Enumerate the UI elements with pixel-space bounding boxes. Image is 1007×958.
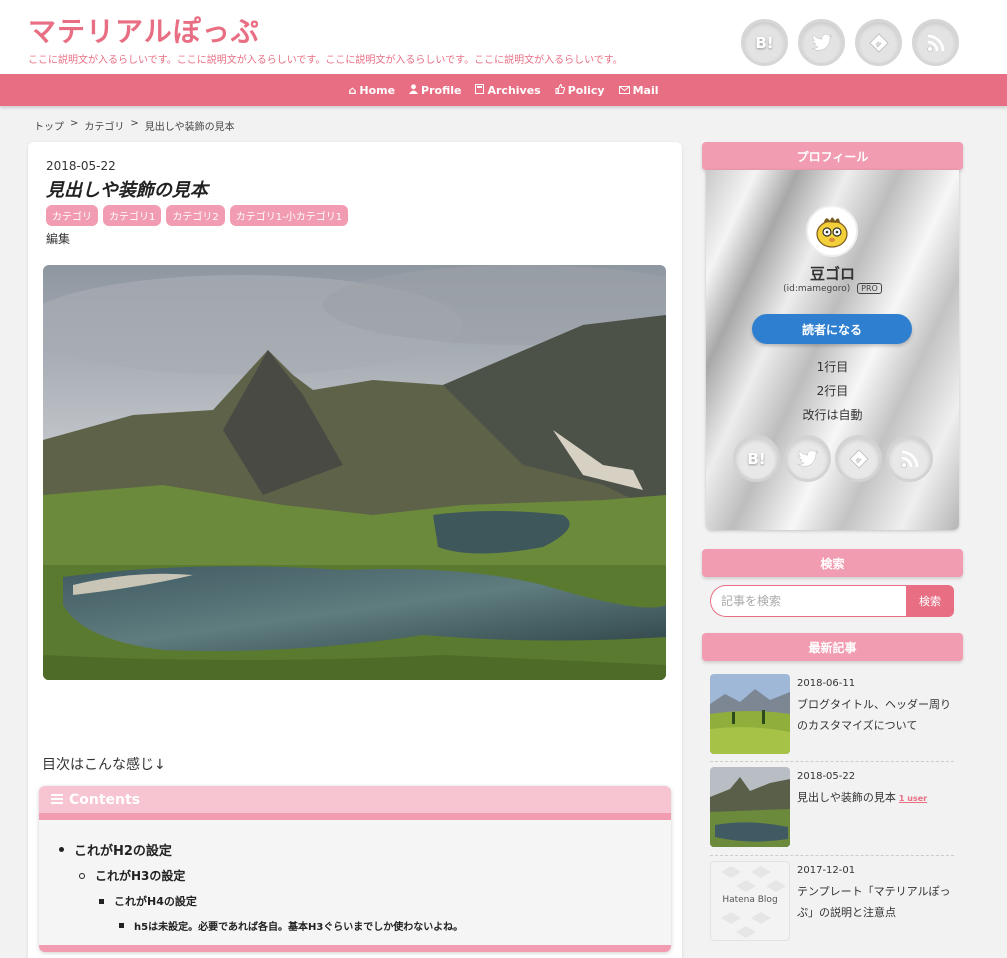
nav-archives[interactable]: Archives xyxy=(475,83,541,97)
recent-date: 2018-05-22 xyxy=(797,771,856,782)
header-social-links: B! xyxy=(741,19,959,66)
bullet-icon xyxy=(119,923,124,928)
hatena-bookmark-icon[interactable]: B! xyxy=(741,19,788,66)
breadcrumb-category[interactable]: カテゴリ xyxy=(84,118,124,133)
nav-profile[interactable]: Profile xyxy=(409,84,461,97)
pro-badge: PRO xyxy=(857,283,882,294)
nav-profile-label: Profile xyxy=(421,83,462,97)
bullet-icon xyxy=(59,847,64,852)
bullet-icon xyxy=(79,872,85,879)
divider xyxy=(710,855,954,856)
archive-icon xyxy=(475,83,485,97)
profile-heading: プロフィール xyxy=(702,142,963,170)
recent-heading: 最新記事 xyxy=(702,633,963,661)
profile-name[interactable]: 豆ゴロ xyxy=(706,263,959,284)
profile-card: 豆ゴロ (id:mamegoro) PRO 読者になる 1行目 2行目 改行は自… xyxy=(706,170,959,530)
bookmark-count-badge[interactable]: 1 user xyxy=(899,794,927,803)
toc-header: Contents xyxy=(39,786,671,820)
twitter-icon[interactable] xyxy=(798,19,845,66)
toc-bottom-bar xyxy=(39,945,671,952)
feedly-icon[interactable] xyxy=(835,435,882,482)
nav-archives-label: Archives xyxy=(487,83,541,97)
category-tag[interactable]: カテゴリ2 xyxy=(166,205,225,226)
recent-thumbnail[interactable]: Hatena Blog xyxy=(710,861,790,941)
search-button[interactable]: 検索 xyxy=(906,585,954,617)
profile-line: 1行目 xyxy=(816,360,849,374)
toc-item-h4[interactable]: これがH4の設定 xyxy=(99,893,197,909)
hatena-bookmark-icon[interactable]: B! xyxy=(733,435,780,482)
toc-item-label: これがH2の設定 xyxy=(74,844,172,859)
category-list: カテゴリ カテゴリ1 カテゴリ2 カテゴリ1-小カテゴリ1 xyxy=(46,205,349,226)
rss-icon[interactable] xyxy=(912,19,959,66)
profile-id-row: (id:mamegoro) PRO xyxy=(706,283,959,294)
search-form: 検索 xyxy=(710,585,954,617)
breadcrumb: トップ > カテゴリ > 見出しや装飾の見本 xyxy=(34,118,235,133)
hatena-blog-logo: Hatena Blog xyxy=(722,895,778,905)
recent-title-row: 見出しや装飾の見本 1 user xyxy=(797,787,954,809)
site-title[interactable]: マテリアルぽっぷ xyxy=(28,10,260,50)
recent-title[interactable]: テンプレート「マテリアルぽっぷ」の説明と注意点 xyxy=(797,881,954,923)
thumbs-up-icon xyxy=(555,83,565,97)
nav-policy[interactable]: Policy xyxy=(555,83,605,97)
search-input[interactable] xyxy=(710,585,906,617)
person-icon xyxy=(409,83,419,97)
toc-item-h5[interactable]: h5は未設定。必要であれば各自。基本H3ぐらいまでしか使わないよね。 xyxy=(119,918,463,933)
nav-mail-label: Mail xyxy=(632,83,659,97)
post-date: 2018-05-22 xyxy=(46,159,116,173)
profile-social-links: B! xyxy=(733,435,933,482)
hatena-bookmark-label: B! xyxy=(747,449,766,468)
breadcrumb-separator: > xyxy=(70,118,79,129)
breadcrumb-current: 見出しや装飾の見本 xyxy=(144,122,235,133)
recent-entry[interactable]: 2018-06-11 ブログタイトル、ヘッダー周りのカスタマイズについて xyxy=(710,674,954,756)
mail-icon xyxy=(618,84,630,97)
bullet-icon xyxy=(99,898,104,904)
home-icon: ⌂ xyxy=(348,83,357,97)
nav-home[interactable]: ⌂ Home xyxy=(348,84,395,97)
nav-policy-label: Policy xyxy=(567,83,605,97)
nav-home-label: Home xyxy=(359,83,396,97)
recent-date: 2018-06-11 xyxy=(797,678,856,689)
toc-item-label: これがH4の設定 xyxy=(114,895,197,908)
category-tag[interactable]: カテゴリ1-小カテゴリ1 xyxy=(229,205,349,226)
nav-mail[interactable]: Mail xyxy=(618,83,659,97)
breadcrumb-top[interactable]: トップ xyxy=(34,118,64,133)
rss-icon[interactable] xyxy=(886,435,933,482)
recent-title[interactable]: 見出しや装飾の見本 xyxy=(797,791,896,804)
hatena-bookmark-label: B! xyxy=(755,33,774,52)
toc-title: Contents xyxy=(69,791,141,808)
divider xyxy=(710,761,954,762)
list-icon xyxy=(51,792,63,808)
hero-image xyxy=(43,265,666,680)
profile-line: 改行は自動 xyxy=(802,408,863,422)
toc-intro: 目次はこんな感じ↓ xyxy=(42,757,166,773)
article-card: 2018-05-22 見出しや装飾の見本 カテゴリ カテゴリ1 カテゴリ2 カテ… xyxy=(28,142,682,958)
edit-link[interactable]: 編集 xyxy=(46,230,70,247)
site-description: ここに説明文が入るらしいです。ここに説明文が入るらしいです。ここに説明文が入るら… xyxy=(28,55,623,66)
subscribe-button[interactable]: 読者になる xyxy=(752,314,912,344)
recent-entry[interactable]: Hatena Blog 2017-12-01 テンプレート「マテリアルぽっぷ」の… xyxy=(710,861,954,943)
global-nav: ⌂ Home Profile Archives Policy Mail xyxy=(0,74,1007,106)
avatar[interactable] xyxy=(806,205,858,257)
profile-id[interactable]: (id:mamegoro) xyxy=(783,284,850,294)
table-of-contents: Contents これがH2の設定 これがH3の設定 これがH4の設定 h5は未… xyxy=(39,786,671,952)
profile-line: 2行目 xyxy=(816,384,849,398)
category-tag[interactable]: カテゴリ1 xyxy=(103,205,162,226)
category-tag[interactable]: カテゴリ xyxy=(46,205,98,226)
recent-thumbnail[interactable] xyxy=(710,767,790,847)
toc-item-label: h5は未設定。必要であれば各自。基本H3ぐらいまでしか使わないよね。 xyxy=(134,922,464,933)
search-heading: 検索 xyxy=(702,549,963,577)
feedly-icon[interactable] xyxy=(855,19,902,66)
recent-entry[interactable]: 2018-05-22 見出しや装飾の見本 1 user xyxy=(710,767,954,849)
recent-title[interactable]: ブログタイトル、ヘッダー周りのカスタマイズについて xyxy=(797,694,954,736)
toc-item-h3[interactable]: これがH3の設定 xyxy=(79,867,185,884)
site-header: マテリアルぽっぷ ここに説明文が入るらしいです。ここに説明文が入るらしいです。こ… xyxy=(0,0,1007,74)
recent-thumbnail[interactable] xyxy=(710,674,790,754)
twitter-icon[interactable] xyxy=(784,435,831,482)
post-title[interactable]: 見出しや装飾の見本 xyxy=(46,176,208,202)
breadcrumb-separator: > xyxy=(130,118,139,129)
toc-item-h2[interactable]: これがH2の設定 xyxy=(59,840,172,859)
toc-item-label: これがH3の設定 xyxy=(95,869,186,883)
recent-date: 2017-12-01 xyxy=(797,865,856,876)
